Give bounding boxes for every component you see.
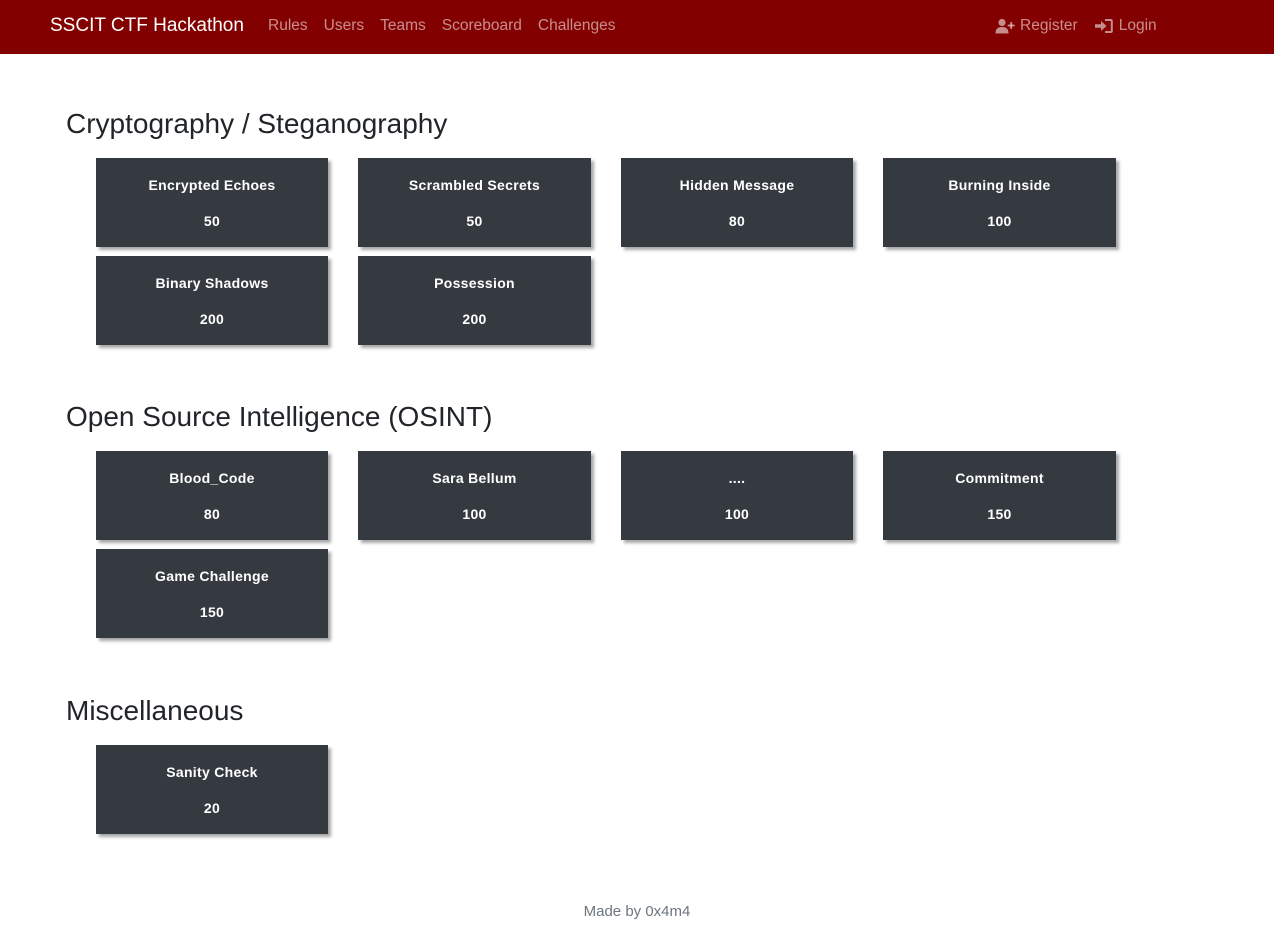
challenge-card[interactable]: Possession 200 [358, 256, 591, 345]
nav-right: Register Login [995, 17, 1157, 35]
challenge-name: Hidden Message [679, 177, 795, 193]
nav-link-challenges[interactable]: Challenges [538, 17, 616, 35]
register-label: Register [1020, 17, 1078, 34]
challenge-card[interactable]: Sara Bellum 100 [358, 451, 591, 540]
footer-credit: Made by 0x4m4 [583, 903, 691, 920]
challenge-value: 50 [203, 213, 221, 229]
challenge-name: .... [728, 470, 746, 486]
challenge-name: Burning Inside [948, 177, 1051, 193]
nav-links: Rules Users Teams Scoreboard Challenges [268, 17, 615, 35]
challenge-name: Blood_Code [169, 470, 255, 486]
challenge-card[interactable]: Encrypted Echoes 50 [96, 158, 328, 247]
category-title: Open Source Intelligence (OSINT) [66, 401, 493, 432]
challenge-card[interactable]: Blood_Code 80 [96, 451, 328, 540]
challenge-card[interactable]: Hidden Message 80 [621, 158, 853, 247]
challenge-name: Game Challenge [155, 568, 269, 584]
challenge-name: Sara Bellum [432, 470, 517, 486]
challenge-card[interactable]: Game Challenge 150 [96, 549, 328, 638]
challenge-value: 80 [728, 213, 746, 229]
login-label: Login [1118, 17, 1157, 34]
challenge-card[interactable]: Sanity Check 20 [96, 745, 328, 834]
challenge-name: Commitment [955, 470, 1044, 486]
nav-link-rules[interactable]: Rules [268, 17, 308, 35]
challenge-name: Encrypted Echoes [148, 177, 276, 193]
challenge-value: 200 [199, 311, 225, 327]
challenge-value: 50 [466, 213, 483, 229]
nav-link-teams[interactable]: Teams [380, 17, 426, 35]
category-title: Cryptography / Steganography [66, 108, 448, 139]
challenge-value: 100 [987, 213, 1012, 229]
nav-link-users[interactable]: Users [324, 17, 364, 35]
challenge-name: Binary Shadows [155, 275, 269, 291]
challenge-value: 100 [462, 506, 487, 522]
navbar: SSCIT CTF Hackathon Rules Users Teams Sc… [0, 0, 1274, 54]
challenge-card[interactable]: Scrambled Secrets 50 [358, 158, 591, 247]
challenge-value: 80 [203, 506, 221, 522]
challenge-card[interactable]: Commitment 150 [883, 451, 1116, 540]
challenge-card[interactable]: Binary Shadows 200 [96, 256, 328, 345]
user-plus-icon [995, 18, 1015, 34]
challenge-name: Sanity Check [166, 764, 258, 780]
challenge-name: Scrambled Secrets [408, 177, 541, 193]
challenge-card[interactable]: Burning Inside 100 [883, 158, 1116, 247]
sign-in-icon [1094, 19, 1113, 33]
challenge-value: 20 [203, 800, 221, 816]
challenge-value: 150 [987, 506, 1012, 522]
category-title: Miscellaneous [66, 695, 244, 726]
challenge-value: 200 [462, 311, 487, 327]
challenge-value: 150 [199, 604, 225, 620]
nav-link-scoreboard[interactable]: Scoreboard [442, 17, 522, 35]
register-link[interactable]: Register [995, 17, 1078, 35]
challenge-name: Possession [434, 275, 515, 291]
challenge-card[interactable]: .... 100 [621, 451, 853, 540]
brand-link[interactable]: SSCIT CTF Hackathon [50, 15, 244, 37]
challenge-value: 100 [724, 506, 750, 522]
login-link[interactable]: Login [1094, 17, 1157, 35]
